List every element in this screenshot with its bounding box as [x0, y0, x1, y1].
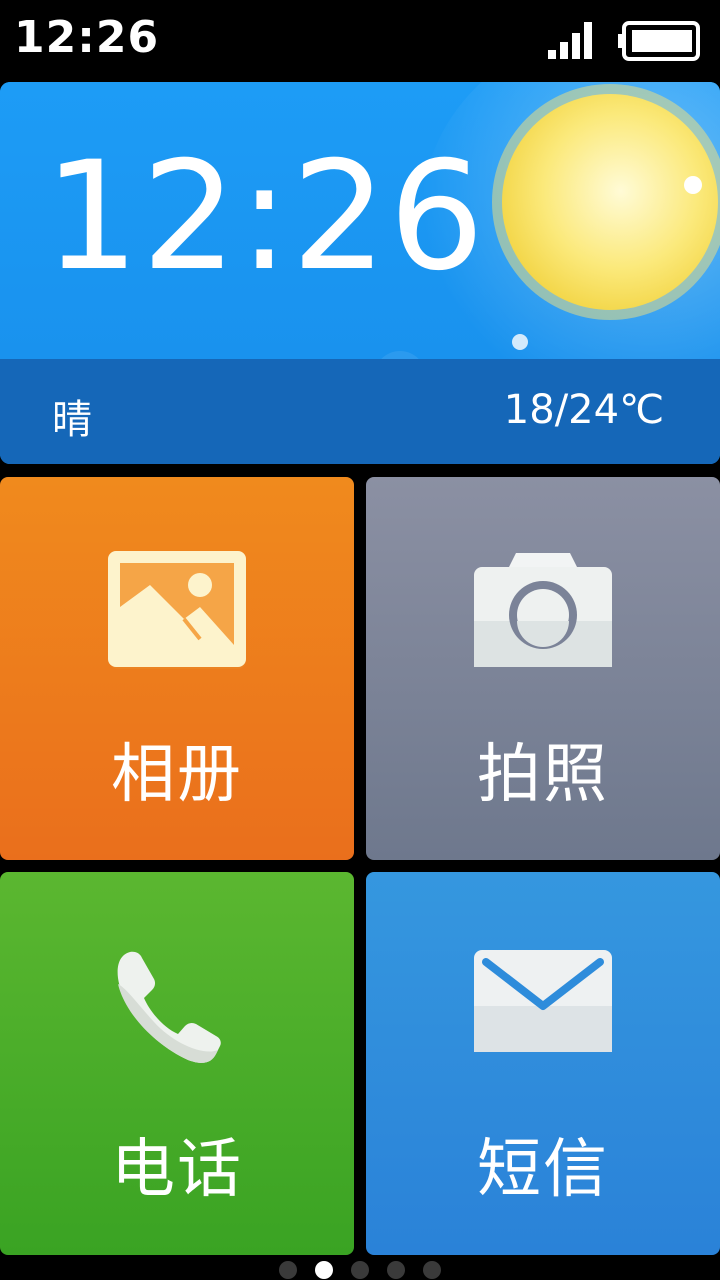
messages-label: 短信 [477, 1133, 609, 1207]
clock-display: 12:26 [44, 130, 487, 304]
weather-clock-widget[interactable]: 12:26 晴 18/24℃ [0, 82, 720, 464]
camera-icon [474, 553, 612, 667]
status-bar: 12:26 [0, 0, 720, 80]
page-dot[interactable] [351, 1261, 369, 1279]
status-time: 12:26 [14, 12, 160, 63]
phone-icon [117, 951, 221, 1063]
messages-tile[interactable]: 短信 [366, 872, 720, 1255]
camera-label: 拍照 [477, 738, 609, 812]
gallery-label: 相册 [111, 738, 243, 812]
battery-icon [618, 21, 700, 61]
page-dot[interactable] [279, 1261, 297, 1279]
home-screen: 12:26 12:26 晴 18/24℃ 相册 拍照 电话 短信 [0, 0, 720, 1280]
weather-temperature: 18/24℃ [503, 387, 664, 433]
page-dot-active[interactable] [315, 1261, 333, 1279]
widget-top: 12:26 [0, 82, 720, 412]
gallery-icon [108, 551, 246, 669]
message-icon [474, 950, 612, 1052]
phone-tile[interactable]: 电话 [0, 872, 354, 1255]
camera-tile[interactable]: 拍照 [366, 477, 720, 860]
gallery-tile[interactable]: 相册 [0, 477, 354, 860]
page-dot[interactable] [387, 1261, 405, 1279]
page-dot[interactable] [423, 1261, 441, 1279]
weather-bar: 晴 18/24℃ [0, 359, 720, 464]
phone-label: 电话 [111, 1133, 243, 1207]
page-indicator [0, 1260, 720, 1280]
weather-condition: 晴 [52, 397, 92, 443]
signal-bars-icon [548, 22, 592, 59]
